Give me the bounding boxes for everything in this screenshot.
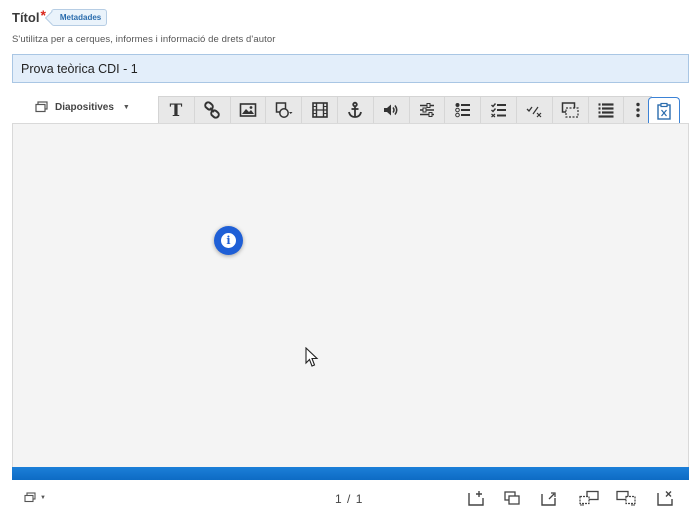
slides-mode-dropdown[interactable]: Diapositives ▼: [35, 101, 130, 113]
anchor-icon: [348, 101, 363, 118]
delete-slide-icon[interactable]: [656, 490, 674, 506]
insert-audio-button[interactable]: [373, 97, 410, 123]
insert-shape-button[interactable]: [266, 97, 303, 123]
insert-drag-drop-button[interactable]: [552, 97, 589, 123]
insert-text-button[interactable]: T: [159, 97, 195, 123]
slides-icon: [24, 492, 36, 503]
insert-slider-button[interactable]: [409, 97, 446, 123]
title-label: Títol: [12, 10, 40, 25]
info-hotspot-button[interactable]: i: [214, 226, 243, 255]
audio-icon: [384, 104, 398, 116]
total-slides-number: 1: [355, 492, 364, 506]
video-icon: [311, 102, 328, 118]
insert-fill-blanks-button[interactable]: [516, 97, 553, 123]
slide-footer-bar: ▼ 1 / 1: [12, 480, 689, 512]
link-icon: [204, 101, 220, 119]
list-icon: [598, 103, 614, 118]
fill-blanks-icon: [526, 106, 542, 118]
slides-editor-form: Títol * Metadades S'utilitza per a cerqu…: [0, 0, 700, 512]
paste-button[interactable]: [648, 97, 680, 124]
shapes-icon: [275, 102, 293, 118]
insert-list-button[interactable]: [588, 97, 625, 123]
insert-multiple-choice-button[interactable]: [481, 97, 517, 123]
drag-drop-icon: [561, 102, 579, 118]
insert-single-choice-button[interactable]: [445, 97, 482, 123]
metadata-tag-button[interactable]: Metadades: [50, 9, 108, 26]
required-marker: *: [40, 6, 46, 23]
info-icon: i: [221, 233, 236, 248]
title-hint: S'utilitza per a cerques, informes i inf…: [12, 34, 276, 45]
chevron-down-icon: ▼: [40, 494, 46, 501]
clone-slide-icon[interactable]: [503, 490, 521, 506]
mouse-pointer-icon: [305, 347, 319, 367]
slide-background-icon[interactable]: [540, 490, 558, 506]
paste-icon: [657, 102, 671, 120]
insert-video-button[interactable]: [302, 97, 338, 123]
insert-anchor-button[interactable]: [337, 97, 374, 123]
title-input[interactable]: [12, 54, 689, 83]
single-choice-icon: [454, 103, 470, 118]
editor-toolbar: T: [158, 96, 653, 123]
insert-image-button[interactable]: [230, 97, 267, 123]
image-icon: [239, 103, 257, 117]
slide-pager: 1 / 1: [335, 492, 363, 506]
metadata-tag-label: Metadades: [59, 13, 102, 22]
slide-list-dropdown[interactable]: ▼: [24, 492, 46, 503]
add-slide-icon[interactable]: [467, 490, 485, 506]
insert-link-button[interactable]: [194, 97, 231, 123]
more-icon: [636, 102, 640, 118]
move-slide-left-icon[interactable]: [578, 490, 600, 506]
current-slide-number: 1: [335, 492, 343, 506]
slides-icon: [35, 101, 48, 113]
slides-mode-label: Diapositives: [55, 101, 114, 113]
slider-icon: [419, 103, 434, 117]
page-separator: /: [347, 492, 352, 506]
slide-canvas[interactable]: [12, 123, 689, 468]
multi-choice-icon: [490, 103, 506, 118]
chevron-down-icon: ▼: [122, 103, 130, 111]
text-icon: T: [170, 101, 183, 119]
title-field-header: Títol * Metadades: [12, 6, 108, 26]
svg-text:T: T: [170, 101, 183, 119]
move-slide-right-icon[interactable]: [615, 490, 637, 506]
slide-progress-bar: [12, 467, 689, 480]
